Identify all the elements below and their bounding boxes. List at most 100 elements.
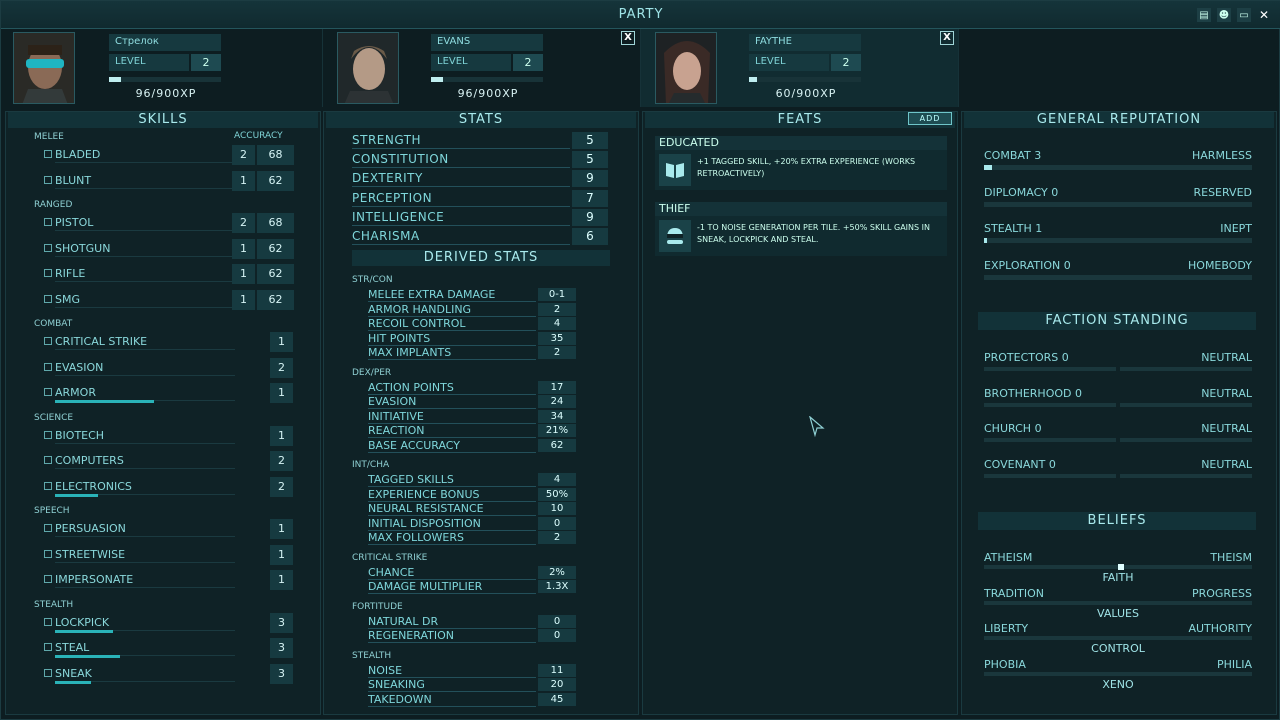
level-box-3: LEVEL 2: [749, 54, 861, 71]
skill-row[interactable]: RIFLE 1 62: [42, 264, 297, 284]
derived-stat-value: 11: [538, 663, 576, 677]
character-icon[interactable]: ☻: [1217, 8, 1231, 22]
skill-divider: [55, 536, 235, 537]
tag-skill-checkbox[interactable]: [44, 481, 52, 490]
derived-stat-row: MAX IMPLANTS 2: [368, 346, 578, 360]
tag-skill-checkbox[interactable]: [44, 294, 52, 303]
party-member-1[interactable]: Стрелок LEVEL 2 96/900XP: [1, 29, 323, 107]
stat-row[interactable]: DEXTERITY 9: [352, 170, 612, 188]
skill-value: 2: [270, 476, 293, 497]
tag-skill-checkbox[interactable]: [44, 456, 52, 464]
skill-row[interactable]: CRITICAL STRIKE 1: [42, 332, 297, 352]
faction-label: BROTHERHOOD 0: [984, 387, 1082, 400]
tag-skill-checkbox[interactable]: [44, 668, 52, 677]
skill-row[interactable]: ARMOR 1: [42, 383, 297, 403]
skill-row[interactable]: SMG 1 62: [42, 289, 297, 310]
skill-row[interactable]: SNEAK 3: [42, 663, 297, 684]
reputation-value: 1: [1035, 222, 1043, 235]
skill-row[interactable]: BLUNT 1 62: [42, 170, 297, 191]
skill-value: 1: [232, 170, 255, 191]
skill-category: MELEE: [34, 132, 64, 142]
tag-skill-checkbox[interactable]: [44, 430, 52, 439]
skill-row[interactable]: STEAL 3: [42, 638, 297, 658]
derived-stat-row: DAMAGE MULTIPLIER 1.3x: [368, 580, 578, 594]
add-feat-button[interactable]: ADD: [908, 112, 952, 125]
messages-icon[interactable]: ▭: [1237, 8, 1251, 22]
portrait-2: [337, 32, 399, 104]
tag-skill-checkbox[interactable]: [44, 150, 52, 158]
stat-row[interactable]: CONSTITUTION 5: [352, 151, 612, 169]
party-window: PARTY ▤ ☻ ▭ ✕ Стрелок LEVEL 2 96/900XP EV…: [0, 0, 1280, 720]
feats-panel: FEATS ADD EDUCATED +1 TAGGED SKILL, +20% …: [642, 111, 958, 715]
derived-stat-name: CHANCE: [368, 565, 415, 579]
derived-stat-value: 4: [538, 473, 576, 486]
stat-name: CHARISMA: [352, 229, 420, 243]
derived-stat-row: SNEAKING 20: [368, 678, 578, 692]
stats-panel: STATS STRENGTH 5 CONSTITUTION 5 DEXTERITY 9 PE…: [323, 111, 639, 715]
feats-title: FEATS: [777, 112, 823, 127]
feat-card[interactable]: THIEF -1 TO NOISE GENERATION PER TILE. +5…: [655, 202, 947, 256]
remove-member-2-button[interactable]: X: [621, 31, 635, 45]
reputation-row: STEALTH 1 INEPT: [984, 222, 1252, 243]
skill-progress-bar: [55, 655, 120, 658]
belief-axis: FAITH: [1102, 571, 1134, 584]
skill-row[interactable]: PISTOL 2 68: [42, 213, 297, 233]
inventory-icon[interactable]: ▤: [1197, 8, 1211, 22]
skill-row[interactable]: SHOTGUN 1 62: [42, 238, 297, 259]
skill-row[interactable]: STREETWISE 1: [42, 544, 297, 565]
skill-row[interactable]: COMPUTERS 2: [42, 451, 297, 471]
tag-skill-checkbox[interactable]: [44, 617, 52, 626]
tag-skill-checkbox[interactable]: [44, 269, 52, 277]
skill-accuracy: 68: [257, 213, 294, 233]
skill-row[interactable]: BLADED 2 68: [42, 145, 297, 165]
skill-value: 1: [232, 238, 255, 259]
tag-skill-checkbox[interactable]: [44, 362, 52, 371]
tag-skill-checkbox[interactable]: [44, 524, 52, 532]
skill-value: 3: [270, 612, 293, 633]
derived-stat-name: MAX FOLLOWERS: [368, 531, 465, 544]
party-member-2[interactable]: EVANS LEVEL 2 96/900XP X: [323, 29, 641, 107]
skill-value: 1: [232, 264, 255, 284]
skill-row[interactable]: BIOTECH 1: [42, 425, 297, 446]
tag-skill-checkbox[interactable]: [44, 337, 52, 345]
skill-value: 1: [232, 289, 255, 310]
derived-stat-name: SNEAKING: [368, 678, 425, 691]
stat-row[interactable]: INTELLIGENCE 9: [352, 208, 612, 226]
tag-skill-checkbox[interactable]: [44, 388, 52, 396]
tag-skill-checkbox[interactable]: [44, 643, 52, 651]
stat-value: 7: [572, 189, 608, 207]
tag-skill-checkbox[interactable]: [44, 175, 52, 184]
close-window-icon[interactable]: ✕: [1257, 8, 1271, 22]
xp-bar-3: [749, 77, 861, 82]
stat-row[interactable]: CHARISMA 6: [352, 228, 612, 245]
skill-row[interactable]: LOCKPICK 3: [42, 612, 297, 633]
skill-row[interactable]: PERSUASION 1: [42, 519, 297, 539]
derived-divider: [368, 642, 536, 643]
derived-category: STEALTH: [352, 650, 392, 661]
stat-row[interactable]: PERCEPTION 7: [352, 189, 612, 207]
stat-row[interactable]: STRENGTH 5: [352, 132, 612, 149]
skills-title: SKILLS: [8, 112, 318, 128]
tag-skill-checkbox[interactable]: [44, 575, 52, 583]
skill-row[interactable]: ELECTRONICS 2: [42, 476, 297, 497]
belief-row: PHOBIA PHILIA XENO: [984, 658, 1252, 692]
reputation-label: EXPLORATION 0: [984, 259, 1071, 272]
tag-skill-checkbox[interactable]: [44, 218, 52, 226]
derived-stat-row: INITIATIVE 34: [368, 409, 578, 424]
skill-progress-bar: [55, 680, 91, 684]
derived-category: FORTITUDE: [352, 601, 403, 612]
party-member-3[interactable]: FAYTHE LEVEL 2 60/900XP X: [641, 29, 959, 107]
derived-stat-value: 0: [538, 614, 576, 628]
tag-skill-checkbox[interactable]: [44, 549, 52, 558]
belief-bar: [984, 564, 1252, 570]
skill-row[interactable]: EVASION 2: [42, 357, 297, 378]
skill-row[interactable]: IMPERSONATE 1: [42, 570, 297, 590]
belief-right: THEISM: [1210, 551, 1252, 564]
feat-card[interactable]: EDUCATED +1 TAGGED SKILL, +20% EXTRA EXPE…: [655, 136, 947, 190]
reputation-bar: [984, 238, 1252, 243]
faction-label: COVENANT 0: [984, 458, 1056, 471]
belief-axis: VALUES: [1097, 606, 1139, 620]
tag-skill-checkbox[interactable]: [44, 243, 52, 252]
derived-stat-row: NOISE 11: [368, 663, 578, 678]
remove-member-3-button[interactable]: X: [940, 31, 954, 45]
